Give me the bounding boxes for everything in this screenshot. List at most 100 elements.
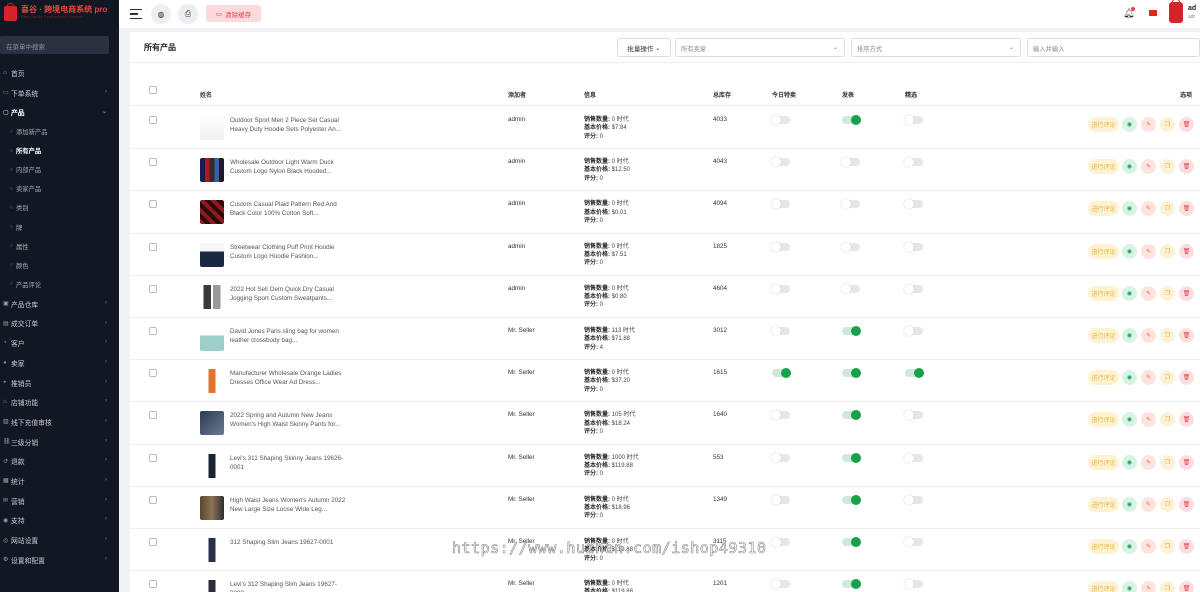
edit-icon[interactable]: ✎ (1141, 370, 1156, 386)
sidebar-item[interactable]: ⛓ 三级分销 › (0, 432, 119, 452)
bulk-action-button[interactable]: 批量操作 ⌄ (617, 38, 671, 57)
sidebar-item[interactable]: ◔ 客户 › (0, 333, 119, 353)
product-name[interactable]: Manufacturer Wholesale Orange Ladies Dre… (230, 369, 350, 387)
row-checkbox[interactable] (149, 538, 157, 546)
delete-trash-icon[interactable]: 🗑︎ (1179, 581, 1194, 592)
view-eye-icon[interactable]: ◉ (1122, 539, 1137, 554)
published-toggle[interactable] (842, 368, 861, 379)
row-checkbox[interactable] (149, 453, 157, 462)
copy-icon[interactable]: ❐ (1160, 412, 1175, 428)
sidebar-item[interactable]: ↺ 退款 › (0, 451, 119, 471)
review-button[interactable]: 进行评论 (1088, 285, 1119, 301)
sidebar-item[interactable]: ◉ 支持 › (0, 510, 119, 530)
review-button[interactable]: 进行评论 (1088, 412, 1119, 428)
sidebar-subitem[interactable]: ○ 颜色 (0, 256, 119, 275)
edit-icon[interactable]: ✎ (1141, 201, 1156, 217)
copy-icon[interactable]: ❐ (1160, 496, 1175, 512)
featured-toggle[interactable] (904, 537, 923, 547)
todays-deal-toggle[interactable] (771, 452, 790, 463)
product-name[interactable]: Levi's 311 Shaping Skinny Jeans 19626-00… (230, 454, 350, 472)
copy-icon[interactable]: ❐ (1160, 285, 1175, 301)
sidebar-item[interactable]: ▦ 统计 › (0, 471, 119, 491)
edit-icon[interactable]: ✎ (1141, 496, 1156, 512)
row-checkbox[interactable] (149, 369, 157, 378)
review-button[interactable]: 进行评论 (1088, 370, 1119, 386)
globe-icon[interactable]: ◍ (151, 4, 171, 24)
row-checkbox[interactable] (149, 116, 157, 124)
sort-select[interactable]: 排序方式 ⌄ (851, 38, 1021, 57)
product-name[interactable]: Levi's 312 Shaping Slim Jeans 19627-0000 (230, 580, 350, 592)
todays-deal-toggle[interactable] (771, 241, 790, 252)
edit-icon[interactable]: ✎ (1141, 243, 1156, 259)
printer-icon[interactable]: ⎙ (178, 4, 198, 24)
product-name[interactable]: 312 Shaping Slim Jeans 19627-0001 (230, 538, 350, 547)
sidebar-subitem[interactable]: ○ 牌 (0, 218, 119, 237)
delete-trash-icon[interactable]: 🗑︎ (1179, 454, 1194, 470)
review-button[interactable]: 进行评论 (1088, 454, 1119, 470)
avatar[interactable] (1169, 0, 1183, 23)
delete-trash-icon[interactable]: 🗑︎ (1179, 412, 1194, 428)
delete-trash-icon[interactable]: 🗑︎ (1179, 159, 1194, 175)
view-eye-icon[interactable]: ◉ (1122, 454, 1137, 470)
view-eye-icon[interactable]: ◉ (1122, 496, 1137, 512)
sidebar-item[interactable]: ◎ 网站设置 › (0, 530, 119, 550)
published-toggle[interactable] (841, 241, 860, 252)
review-button[interactable]: 进行评论 (1088, 243, 1119, 259)
featured-toggle[interactable] (904, 452, 923, 463)
sidebar-item[interactable]: ⌂ 首页 (0, 63, 119, 83)
sidebar-subitem[interactable]: ○ 内部产品 (0, 160, 119, 179)
view-eye-icon[interactable]: ◉ (1122, 201, 1137, 217)
published-toggle[interactable] (842, 579, 861, 590)
sidebar-item[interactable]: ▭ 下单系统 › (0, 83, 119, 103)
product-name[interactable]: High Waist Jeans Women's Autumn 2022 New… (230, 496, 350, 514)
view-eye-icon[interactable]: ◉ (1122, 243, 1137, 259)
sidebar-subitem[interactable]: ○ 所有产品 (0, 141, 119, 160)
edit-icon[interactable]: ✎ (1141, 159, 1156, 175)
notification-bell-icon[interactable]: 🔔︎ (1123, 7, 1136, 19)
sidebar-subitem[interactable]: ○ 属性 (0, 237, 119, 256)
featured-toggle[interactable] (904, 326, 923, 336)
sidebar-item[interactable]: ◓ 推销员 › (0, 373, 119, 393)
sidebar-subitem[interactable]: ○ 产品评论 (0, 275, 119, 294)
published-toggle[interactable] (842, 115, 861, 125)
product-name[interactable]: 2022 Hot Sell Oem Quick Dry Casual Joggi… (230, 285, 350, 303)
published-toggle[interactable] (842, 326, 861, 336)
review-button[interactable]: 进行评论 (1088, 539, 1119, 554)
featured-toggle[interactable] (904, 199, 923, 210)
view-eye-icon[interactable]: ◉ (1122, 581, 1137, 592)
row-checkbox[interactable] (149, 200, 157, 209)
sidebar-subitem[interactable]: ○ 类别 (0, 198, 119, 217)
seller-select[interactable]: 所有卖家 ⌄ (675, 38, 845, 57)
todays-deal-toggle[interactable] (771, 326, 790, 336)
sidebar-item[interactable]: ▣ 产品仓库 › (0, 294, 119, 314)
edit-icon[interactable]: ✎ (1141, 328, 1156, 343)
sidebar-item[interactable]: ⌂ 店铺功能 › (0, 392, 119, 412)
product-name[interactable]: 2022 Spring and Autumn New Jeans Women's… (230, 411, 350, 429)
published-toggle[interactable] (841, 199, 860, 210)
published-toggle[interactable] (841, 283, 860, 294)
product-name[interactable]: Outdoor Sport Men 2 Piece Set Casual Hea… (230, 116, 350, 134)
delete-trash-icon[interactable]: 🗑︎ (1179, 496, 1194, 512)
featured-toggle[interactable] (904, 115, 923, 125)
sidebar-item[interactable]: ▢ 产品 ⌄ (0, 102, 119, 122)
delete-trash-icon[interactable]: 🗑︎ (1179, 201, 1194, 217)
view-eye-icon[interactable]: ◉ (1122, 328, 1137, 343)
product-name[interactable]: Wholesale Outdoor Light Warm Duck Custom… (230, 158, 350, 176)
column-header-name[interactable]: 姓名 (200, 90, 212, 99)
row-checkbox[interactable] (149, 495, 157, 504)
todays-deal-toggle[interactable] (772, 368, 791, 379)
product-search-input[interactable]: 输入并输入 (1027, 38, 1200, 57)
sidebar-subitem[interactable]: ○ 卖家产品 (0, 179, 119, 198)
select-all-checkbox[interactable] (149, 86, 157, 94)
review-button[interactable]: 进行评论 (1088, 201, 1119, 217)
published-toggle[interactable] (841, 157, 860, 168)
copy-icon[interactable]: ❐ (1160, 201, 1175, 217)
published-toggle[interactable] (842, 537, 861, 547)
row-checkbox[interactable] (149, 242, 157, 251)
copy-icon[interactable]: ❐ (1160, 243, 1175, 259)
view-eye-icon[interactable]: ◉ (1122, 285, 1137, 301)
row-checkbox[interactable] (149, 411, 157, 420)
copy-icon[interactable]: ❐ (1160, 328, 1175, 343)
delete-trash-icon[interactable]: 🗑︎ (1179, 328, 1194, 343)
delete-trash-icon[interactable]: 🗑︎ (1179, 539, 1194, 554)
